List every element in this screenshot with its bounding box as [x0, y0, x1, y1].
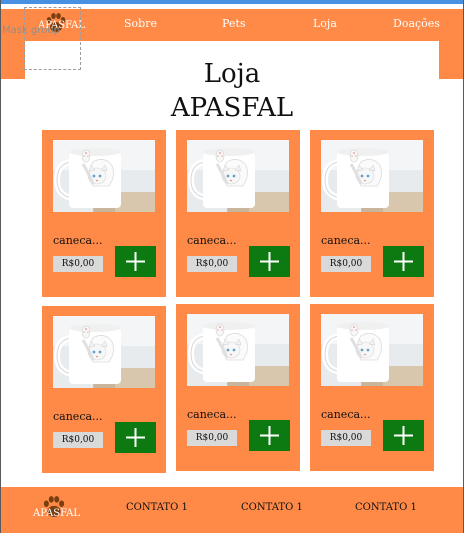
plus-icon — [260, 426, 279, 445]
nav-doacoes[interactable]: Doações — [393, 17, 440, 30]
footer-contact-2[interactable]: CONTATO 1 — [241, 502, 303, 513]
add-to-cart-button[interactable] — [115, 422, 156, 453]
footer-brand: APASFAL — [33, 508, 81, 519]
plus-icon — [394, 252, 413, 271]
cat-mug-image — [321, 314, 423, 386]
product-price: R$0,00 — [187, 256, 237, 272]
mask-group-outline — [24, 7, 81, 70]
product-card: caneca... R$0,00 — [310, 130, 434, 297]
product-name: caneca... — [53, 410, 103, 423]
product-name: caneca... — [187, 234, 237, 247]
cat-mug-image — [187, 140, 289, 212]
product-name: caneca... — [321, 408, 371, 421]
page-title: Loja APASFAL — [150, 57, 314, 125]
window-left-border — [0, 0, 1, 533]
product-price: R$0,00 — [321, 256, 371, 272]
nav-loja[interactable]: Loja — [313, 17, 337, 30]
cat-mug-image — [321, 140, 423, 212]
plus-icon — [126, 428, 145, 447]
add-to-cart-button[interactable] — [249, 246, 290, 277]
window-top-bar — [0, 0, 464, 4]
product-price: R$0,00 — [187, 430, 237, 446]
footer-bar: APASFAL CONTATO 1 CONTATO 1 CONTATO 1 — [1, 487, 463, 533]
cat-mug-image — [53, 140, 155, 212]
product-card: caneca... R$0,00 — [176, 130, 300, 297]
add-to-cart-button[interactable] — [115, 246, 156, 277]
footer-contact-1[interactable]: CONTATO 1 — [126, 502, 188, 513]
product-name: caneca... — [321, 234, 371, 247]
plus-icon — [126, 252, 145, 271]
footer-logo[interactable]: APASFAL — [31, 492, 81, 526]
product-price: R$0,00 — [53, 256, 103, 272]
mask-group-label: Mask group — [2, 25, 60, 36]
cat-mug-image — [53, 316, 155, 388]
page-title-line1: Loja — [203, 59, 261, 89]
add-to-cart-button[interactable] — [249, 420, 290, 451]
product-card: caneca... R$0,00 — [42, 306, 166, 473]
nav-sobre[interactable]: Sobre — [124, 17, 157, 30]
product-card: caneca... R$0,00 — [176, 304, 300, 471]
product-name: caneca... — [187, 408, 237, 421]
footer-contact-3[interactable]: CONTATO 1 — [355, 502, 417, 513]
add-to-cart-button[interactable] — [383, 420, 424, 451]
header-wing-left — [1, 41, 25, 79]
plus-icon — [394, 426, 413, 445]
product-name: caneca... — [53, 234, 103, 247]
product-card: caneca... R$0,00 — [310, 304, 434, 471]
cat-mug-image — [187, 314, 289, 386]
product-price: R$0,00 — [321, 430, 371, 446]
add-to-cart-button[interactable] — [383, 246, 424, 277]
product-price: R$0,00 — [53, 432, 103, 448]
plus-icon — [260, 252, 279, 271]
header-wing-right — [439, 41, 463, 79]
product-card: caneca... R$0,00 — [42, 130, 166, 297]
nav-pets[interactable]: Pets — [222, 17, 245, 30]
page-title-line2: APASFAL — [170, 93, 294, 123]
